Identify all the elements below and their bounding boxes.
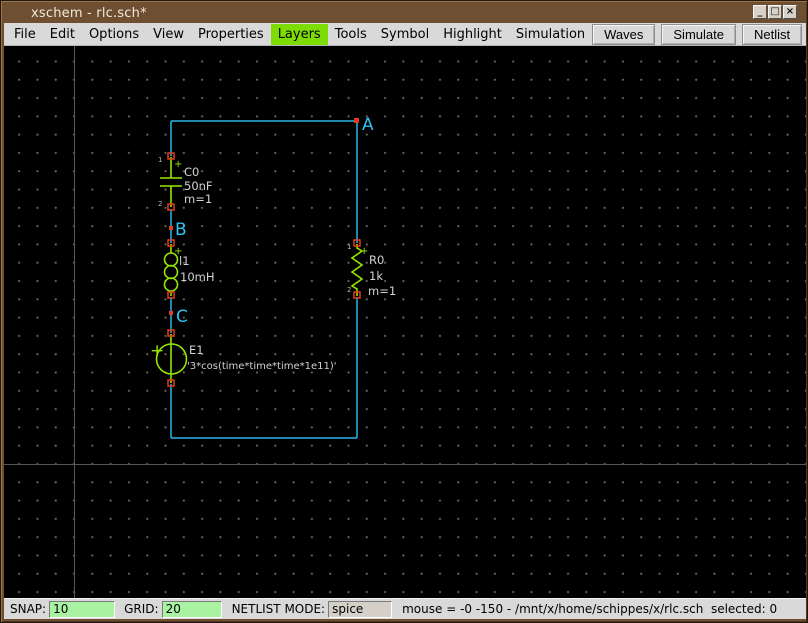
grid-input[interactable] <box>161 600 222 618</box>
capacitor-plus: + <box>174 159 182 170</box>
resistor-plus: + <box>360 246 368 257</box>
menu-layers[interactable]: Layers <box>270 23 328 45</box>
resistor-value[interactable]: 1k <box>369 269 383 283</box>
menu-properties[interactable]: Properties <box>191 24 271 45</box>
menu-file[interactable]: File <box>7 24 43 45</box>
node-labels: A B C <box>175 115 374 327</box>
rlc-circuit-drawing: + + + + 1 2 1 2 C0 50nF m=1 l1 10mH R0 1… <box>150 115 396 439</box>
inductor-ref[interactable]: l1 <box>179 254 190 268</box>
inductor-value[interactable]: 10mH <box>180 270 214 284</box>
capacitor-pin1: 1 <box>158 156 162 164</box>
menu-action-buttons: Waves Simulate Netlist Help <box>592 23 808 45</box>
window-controls: _ □ × <box>753 5 797 19</box>
menu-view[interactable]: View <box>146 24 191 45</box>
close-icon[interactable]: × <box>783 5 797 19</box>
netlist-mode-label: NETLIST MODE: <box>231 602 326 616</box>
minimize-icon[interactable]: _ <box>753 5 767 19</box>
xschem-window: xschem - rlc.sch* _ □ × File Edit Option… <box>0 0 808 623</box>
menu-edit[interactable]: Edit <box>43 24 82 45</box>
title-bar[interactable]: xschem - rlc.sch* _ □ × <box>4 3 806 23</box>
menu-bar: File Edit Options View Properties Layers… <box>4 23 806 46</box>
waves-button[interactable]: Waves <box>592 23 656 45</box>
label-markers <box>169 118 359 315</box>
label-marker-b <box>169 226 173 230</box>
netlist-button[interactable]: Netlist <box>741 23 803 45</box>
schematic-canvas[interactable]: + + + + 1 2 1 2 C0 50nF m=1 l1 10mH R0 1… <box>4 46 806 598</box>
maximize-icon[interactable]: □ <box>768 5 782 19</box>
netlist-mode-input[interactable] <box>328 600 393 618</box>
menu-highlight[interactable]: Highlight <box>436 24 509 45</box>
node-label-b[interactable]: B <box>175 220 187 240</box>
snap-input[interactable] <box>49 600 116 618</box>
label-marker-c <box>169 311 173 315</box>
menu-options[interactable]: Options <box>82 24 146 45</box>
status-bar: SNAP: GRID: NETLIST MODE: mouse = -0 -15… <box>4 598 806 619</box>
capacitor-value[interactable]: 50nF <box>184 179 213 193</box>
capacitor-ref[interactable]: C0 <box>184 165 199 179</box>
menu-symbol[interactable]: Symbol <box>374 24 436 45</box>
resistor-pin2: 2 <box>347 286 351 294</box>
snap-label: SNAP: <box>10 602 47 616</box>
label-marker-a <box>354 118 359 123</box>
source-value[interactable]: '3*cos(time*time*time*1e11)' <box>187 361 337 372</box>
resistor-mult[interactable]: m=1 <box>368 284 396 298</box>
component-labels: C0 50nF m=1 l1 10mH R0 1k m=1 E1 '3*cos(… <box>179 165 396 372</box>
menu-items: File Edit Options View Properties Layers… <box>4 23 592 45</box>
source-plus: + <box>150 341 164 361</box>
capacitor-pin2: 2 <box>158 200 162 208</box>
node-label-c[interactable]: C <box>176 307 188 327</box>
resistor-pin1: 1 <box>347 243 351 251</box>
capacitor-mult[interactable]: m=1 <box>184 192 212 206</box>
simulate-button[interactable]: Simulate <box>661 23 736 45</box>
node-label-a[interactable]: A <box>362 115 374 135</box>
menu-simulation[interactable]: Simulation <box>509 24 592 45</box>
mouse-status-text: mouse = -0 -150 - /mnt/x/home/schippes/x… <box>402 602 778 616</box>
resistor-ref[interactable]: R0 <box>369 253 384 267</box>
grid-label: GRID: <box>124 602 159 616</box>
window-title: xschem - rlc.sch* <box>31 6 147 21</box>
source-ref[interactable]: E1 <box>189 343 204 357</box>
menu-tools[interactable]: Tools <box>328 24 374 45</box>
